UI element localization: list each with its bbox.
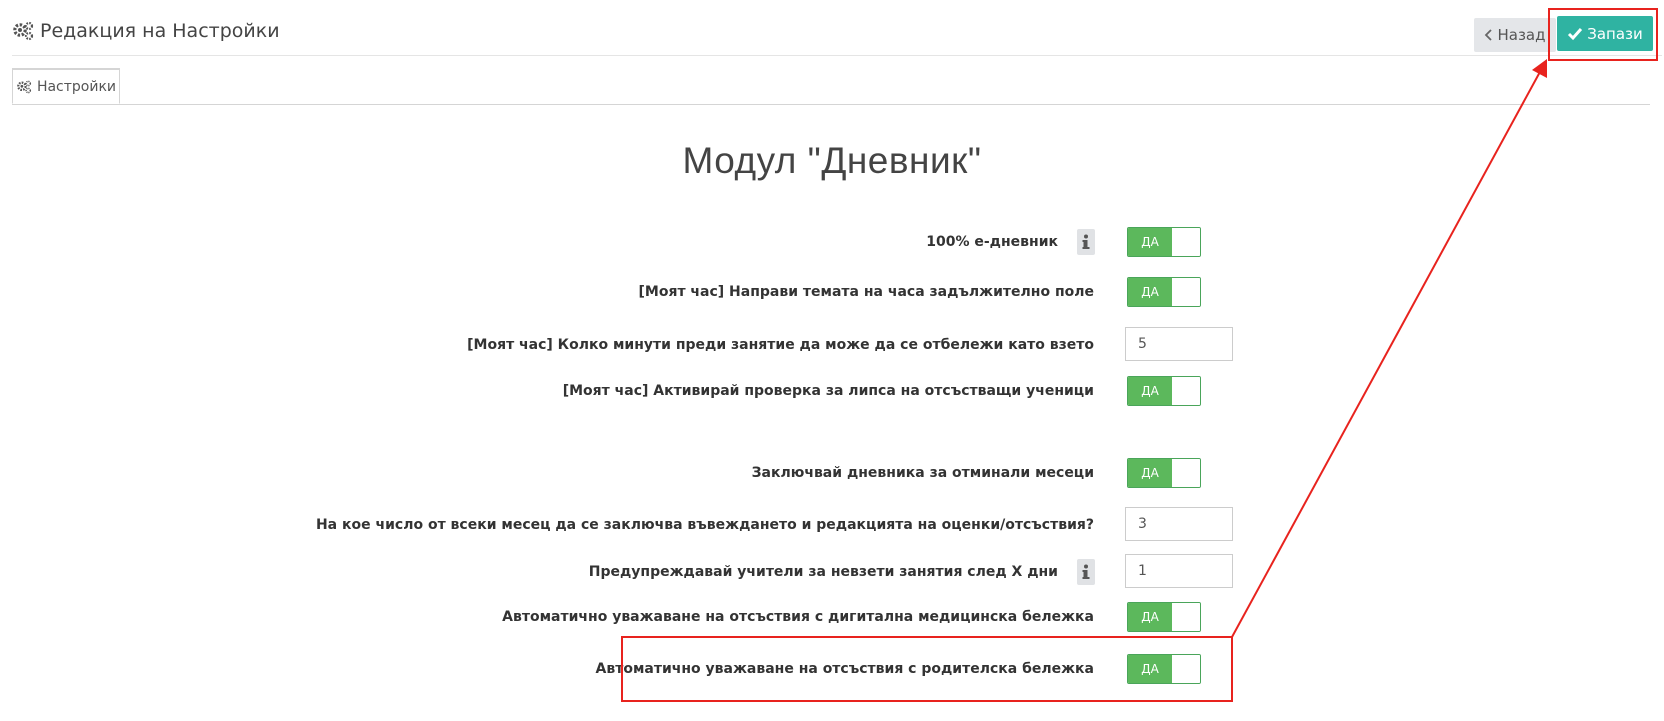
section-title: Модул "Дневник" — [682, 140, 982, 181]
toggle-on-label: ДА — [1128, 459, 1172, 487]
setting-label: [Моят час] Активирай проверка за липса н… — [562, 383, 1094, 399]
lock-day-input[interactable] — [1125, 507, 1233, 541]
back-button[interactable]: Назад — [1474, 18, 1556, 52]
setting-row: Заключвай дневника за отминали месеци ДА — [0, 455, 1664, 491]
toggle-switch[interactable]: ДА — [1127, 602, 1201, 632]
warn-days-input[interactable] — [1125, 554, 1233, 588]
info-icon[interactable] — [1077, 559, 1095, 585]
toggle-on-label: ДА — [1128, 278, 1172, 306]
check-icon — [1568, 27, 1583, 40]
toggle-switch[interactable]: ДА — [1127, 227, 1201, 257]
setting-label: На кое число от всеки месец да се заключ… — [315, 517, 1094, 533]
setting-row: На кое число от всеки месец да се заключ… — [0, 507, 1664, 543]
toggle-switch[interactable]: ДА — [1127, 654, 1201, 684]
setting-label: Автоматично уважаване на отсъствия с род… — [595, 661, 1094, 677]
setting-label: [Моят час] Направи темата на часа задълж… — [638, 284, 1095, 300]
setting-row: [Моят час] Колко минути преди занятие да… — [0, 327, 1664, 363]
tab-settings-label: Настройки — [36, 78, 117, 95]
settings-page: Редакция на Настройки Назад Запази Настр… — [0, 0, 1664, 721]
toggle-switch[interactable]: ДА — [1127, 376, 1201, 406]
minutes-before-lesson-input[interactable] — [1125, 327, 1233, 361]
info-icon[interactable] — [1077, 229, 1095, 255]
setting-label: Заключвай дневника за отминали месеци — [751, 465, 1094, 481]
toggle-switch[interactable]: ДА — [1127, 277, 1201, 307]
setting-label: Автоматично уважаване на отсъствия с диг… — [502, 609, 1094, 625]
toggle-on-label: ДА — [1128, 603, 1172, 631]
chevron-left-icon — [1485, 29, 1493, 41]
setting-label: Предупреждавай учители за невзети заняти… — [588, 564, 1058, 580]
tab-settings[interactable]: Настройки — [12, 68, 120, 104]
save-button[interactable]: Запази — [1557, 16, 1653, 51]
setting-row: Предупреждавай учители за невзети заняти… — [0, 554, 1664, 590]
toggle-knob — [1172, 278, 1200, 306]
toggle-knob — [1172, 228, 1200, 256]
toggle-knob — [1172, 377, 1200, 405]
save-button-label: Запази — [1587, 24, 1643, 43]
setting-row: 100% е-дневник ДА — [0, 224, 1664, 260]
setting-row: Автоматично уважаване на отсъствия с род… — [0, 651, 1664, 687]
setting-row: [Моят час] Активирай проверка за липса н… — [0, 373, 1664, 409]
toggle-knob — [1172, 459, 1200, 487]
back-button-label: Назад — [1497, 26, 1546, 44]
toggle-on-label: ДА — [1128, 655, 1172, 683]
gears-icon — [17, 80, 32, 93]
toggle-knob — [1172, 603, 1200, 631]
setting-row: [Моят час] Направи темата на часа задълж… — [0, 274, 1664, 310]
setting-label: 100% е-дневник — [926, 234, 1058, 250]
toggle-on-label: ДА — [1128, 228, 1172, 256]
page-header: Редакция на Настройки — [12, 12, 1662, 54]
toggle-knob — [1172, 655, 1200, 683]
tab-bar: Настройки — [12, 68, 1650, 105]
page-title: Редакция на Настройки — [12, 18, 280, 44]
setting-label: [Моят час] Колко минути преди занятие да… — [467, 337, 1094, 353]
header-divider — [12, 55, 1662, 56]
page-title-text: Редакция на Настройки — [40, 20, 280, 42]
gears-icon — [13, 21, 34, 41]
toggle-on-label: ДА — [1128, 377, 1172, 405]
setting-row: Автоматично уважаване на отсъствия с диг… — [0, 599, 1664, 635]
toggle-switch[interactable]: ДА — [1127, 458, 1201, 488]
